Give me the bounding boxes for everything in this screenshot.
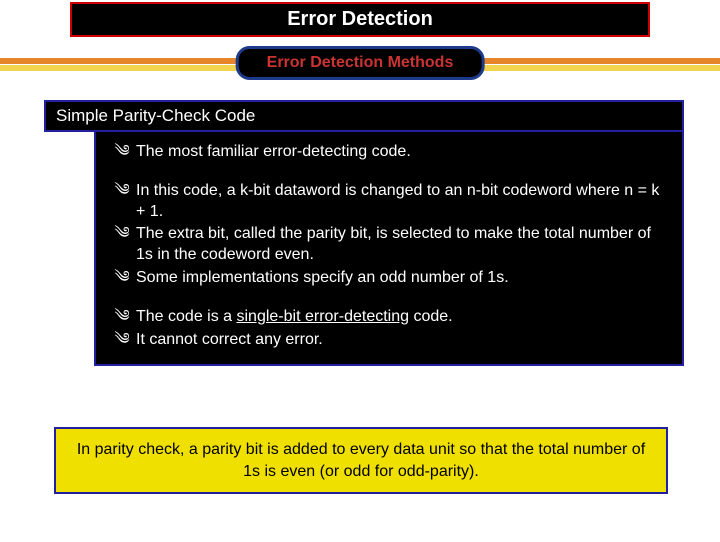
text-part: The code is a (136, 308, 237, 325)
bullet-icon: ༄ (108, 181, 136, 202)
bullet-item: ༄ The extra bit, called the parity bit, … (108, 224, 670, 266)
bullet-text: In this code, a k-bit dataword is change… (136, 181, 670, 223)
bullet-text: Some implementations specify an odd numb… (136, 268, 670, 289)
bullet-item: ༄ In this code, a k-bit dataword is chan… (108, 181, 670, 223)
content-box: ༄ The most familiar error-detecting code… (94, 130, 684, 366)
bullet-text: The most familiar error-detecting code. (136, 142, 670, 163)
slide-subtitle: Error Detection Methods (236, 46, 485, 80)
bullet-icon: ༄ (108, 268, 136, 289)
bullet-item: ༄ Some implementations specify an odd nu… (108, 268, 670, 289)
slide-title: Error Detection (70, 2, 650, 37)
bullet-icon: ༄ (108, 142, 136, 163)
underlined-text: single-bit error-detecting (237, 308, 410, 325)
bullet-text: It cannot correct any error. (136, 330, 670, 351)
bullet-icon: ༄ (108, 330, 136, 351)
bullet-text: The code is a single-bit error-detecting… (136, 307, 670, 328)
footer-note: In parity check, a parity bit is added t… (54, 427, 668, 494)
bullet-icon: ༄ (108, 307, 136, 328)
bullet-item: ༄ The code is a single-bit error-detecti… (108, 307, 670, 328)
bullet-item: ༄ The most familiar error-detecting code… (108, 142, 670, 163)
text-part: code. (409, 308, 453, 325)
bullet-text: The extra bit, called the parity bit, is… (136, 224, 670, 266)
bullet-item: ༄ It cannot correct any error. (108, 330, 670, 351)
spacer (108, 291, 670, 307)
spacer (108, 165, 670, 181)
bullet-icon: ༄ (108, 224, 136, 245)
section-header: Simple Parity-Check Code (44, 100, 684, 132)
